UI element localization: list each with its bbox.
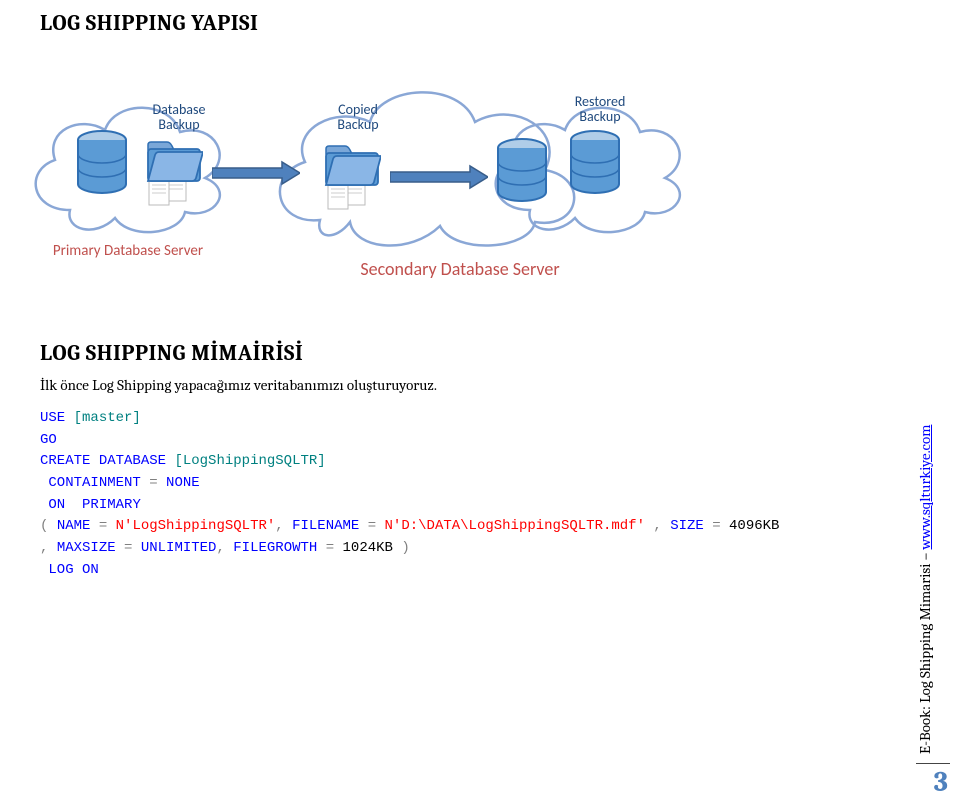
- sql-keyword: SIZE: [670, 518, 704, 534]
- sql-op: ,: [275, 518, 283, 534]
- sql-string: N'LogShippingSQLTR': [116, 518, 276, 534]
- sql-op: =: [712, 518, 720, 534]
- sql-text: 1024KB: [343, 540, 393, 556]
- ebook-prefix: E-Book:: [916, 703, 934, 754]
- sql-keyword: CONTAINMENT: [48, 475, 140, 491]
- cloud-primary: [20, 60, 240, 220]
- sql-string: N'D:\DATA\LogShippingSQLTR.mdf': [385, 518, 645, 534]
- sql-keyword: MAXSIZE: [57, 540, 116, 556]
- sql-keyword: CREATE: [40, 453, 90, 469]
- database-icon: [495, 138, 549, 204]
- arrow-icon: [212, 160, 300, 186]
- copied-backup-label: Copied Backup: [328, 102, 388, 133]
- sql-keyword: NONE: [166, 475, 200, 491]
- footer-sidebar: E-Book: Log Shipping Mimarisi – www.sqlt…: [906, 428, 954, 798]
- ebook-link[interactable]: www.sqlturkiye.com: [916, 425, 934, 550]
- sql-keyword: FILEGROWTH: [233, 540, 317, 556]
- sql-keyword: GO: [40, 432, 57, 448]
- restored-backup-label: Restored Backup: [565, 94, 635, 125]
- sql-keyword: USE: [40, 410, 65, 426]
- sql-keyword: UNLIMITED: [141, 540, 217, 556]
- sql-keyword: DATABASE: [99, 453, 166, 469]
- sql-keyword: NAME: [57, 518, 91, 534]
- ebook-title: Log Shipping Mimarisi –: [916, 549, 934, 702]
- sql-op: ): [401, 540, 409, 556]
- folder-icon: [323, 144, 381, 188]
- sql-keyword: LOG: [48, 562, 73, 578]
- arrow-icon: [390, 164, 488, 190]
- database-icon: [75, 130, 129, 196]
- sql-ident: [LogShippingSQLTR]: [174, 453, 325, 469]
- divider: [916, 763, 950, 764]
- sql-op: =: [368, 518, 376, 534]
- ebook-label: E-Book: Log Shipping Mimarisi – www.sqlt…: [916, 425, 934, 754]
- sql-op: =: [326, 540, 334, 556]
- sql-keyword: PRIMARY: [82, 497, 141, 513]
- sql-op: =: [99, 518, 107, 534]
- sql-op: ,: [216, 540, 224, 556]
- db-backup-label: Database Backup: [144, 102, 214, 133]
- database-icon: [568, 130, 622, 196]
- sql-op: =: [124, 540, 132, 556]
- sql-text: 4096KB: [729, 518, 779, 534]
- sql-keyword: ON: [82, 562, 99, 578]
- sql-op: =: [149, 475, 157, 491]
- main-title: LOG SHIPPING YAPISI: [40, 10, 920, 36]
- sql-ident: [master]: [74, 410, 141, 426]
- sql-op: ,: [653, 518, 661, 534]
- sql-keyword: ON: [48, 497, 65, 513]
- sql-keyword: FILENAME: [292, 518, 359, 534]
- page-number: 3: [906, 766, 948, 798]
- architecture-diagram: Database Backup Copied Backup: [40, 50, 800, 410]
- primary-server-label: Primary Database Server: [28, 242, 228, 260]
- secondary-server-label: Secondary Database Server: [340, 258, 580, 280]
- sql-code-block: USE [master] GO CREATE DATABASE [LogShip…: [40, 408, 920, 582]
- sql-op: (: [40, 518, 48, 534]
- sql-op: ,: [40, 540, 48, 556]
- folder-icon: [145, 140, 203, 184]
